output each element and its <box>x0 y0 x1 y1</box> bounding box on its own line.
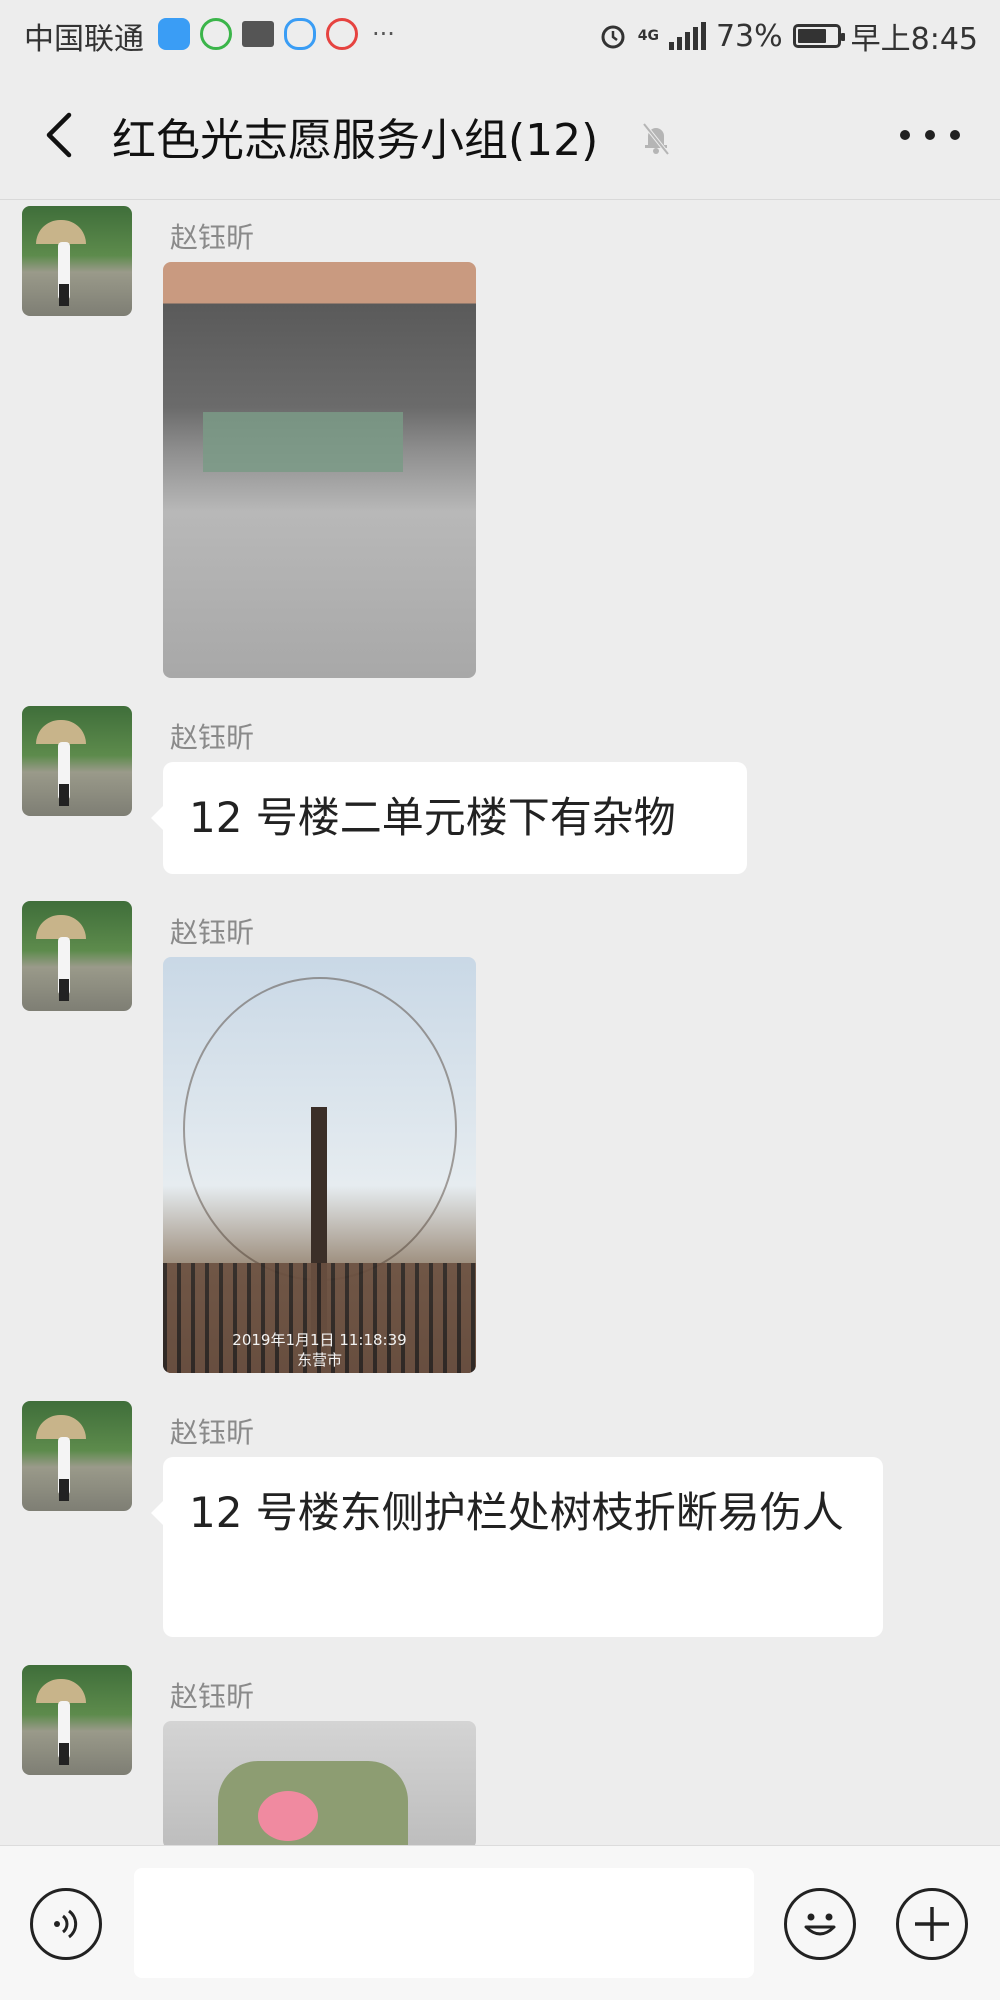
avatar[interactable] <box>22 206 132 316</box>
battery-fill <box>797 29 826 43</box>
message-bubble[interactable]: 12 号楼东侧护栏处树枝折断易伤人 <box>151 1457 883 1637</box>
chat-header: 红色光志愿服务小组(12) <box>0 70 1000 200</box>
sender-name: 赵钰昕 <box>170 916 255 949</box>
emoji-icon <box>804 1913 836 1936</box>
battery-icon <box>792 24 845 48</box>
chevron-left-icon <box>46 112 72 158</box>
status-right: 4G 73% 早上8:45 <box>598 14 978 58</box>
message-input[interactable] <box>134 1868 754 1978</box>
plus-button[interactable] <box>896 1888 968 1960</box>
emoji-button[interactable] <box>784 1888 856 1960</box>
voice-icon <box>54 1909 78 1939</box>
more-icon <box>900 130 910 140</box>
plus-icon <box>915 1907 949 1941</box>
qq-icon <box>284 18 316 50</box>
carrier-label: 中国联通 <box>24 22 144 57</box>
chat-title: 红色光志愿服务小组(12) <box>112 115 599 166</box>
avatar[interactable] <box>22 1665 132 1775</box>
network-type: 4G <box>637 28 659 44</box>
signal-icon <box>668 22 706 50</box>
alarm-icon <box>601 25 625 49</box>
sender-name: 赵钰昕 <box>170 721 255 754</box>
message-list[interactable]: 赵钰昕 赵钰昕 12 号楼二单元楼下有杂物 赵钰昕 2019年1月1日 11:1… <box>0 200 1000 1845</box>
back-button[interactable] <box>30 104 86 166</box>
baidu-icon <box>158 18 190 50</box>
notification-icons: ··· <box>158 18 395 50</box>
mail-icon <box>242 21 274 47</box>
sender-name: 赵钰昕 <box>170 1416 255 1449</box>
clock: 早上8:45 <box>850 22 978 57</box>
message-bubble[interactable]: 12 号楼二单元楼下有杂物 <box>151 762 747 874</box>
bell-off-icon <box>642 122 670 156</box>
input-bar <box>0 1845 1000 2000</box>
weibo-icon <box>326 18 358 50</box>
message-image[interactable]: 2019年1月1日 11:18:39 东营市 <box>163 957 476 1373</box>
message-image[interactable] <box>163 262 476 678</box>
wechat-mini-icon <box>200 18 232 50</box>
more-button[interactable] <box>900 120 960 150</box>
sender-name: 赵钰昕 <box>170 221 255 254</box>
battery-percent: 73% <box>715 18 783 54</box>
sender-name: 赵钰昕 <box>170 1680 255 1713</box>
photo-timestamp: 2019年1月1日 11:18:39 <box>232 1331 407 1349</box>
voice-button[interactable] <box>30 1888 102 1960</box>
avatar[interactable] <box>22 901 132 1011</box>
more-notifications-icon: ··· <box>372 20 395 48</box>
photo-location: 东营市 <box>296 1351 342 1369</box>
message-image[interactable] <box>163 1721 476 1845</box>
avatar[interactable] <box>22 1401 132 1511</box>
avatar[interactable] <box>22 706 132 816</box>
status-bar: 中国联通 ··· 4G 73% 早上8:45 <box>0 0 1000 70</box>
